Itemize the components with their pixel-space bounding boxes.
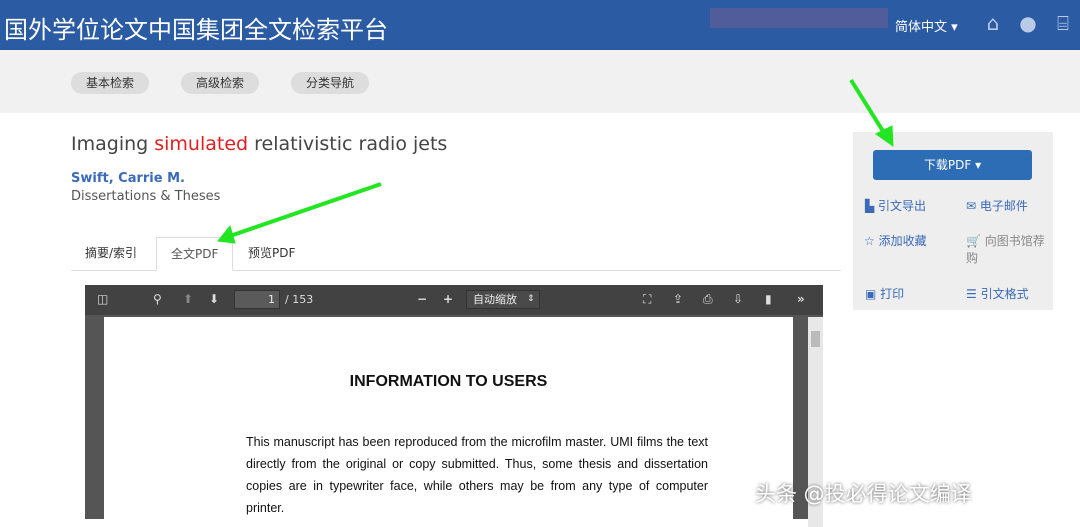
blurred-user-info — [710, 8, 888, 28]
cite-format-link[interactable]: ☰ 引文格式 — [966, 286, 1029, 303]
nav-advanced-search[interactable]: 高级检索 — [181, 72, 260, 94]
pdf-toolbar: ◫ ⚲ ⬆ ⬇ 1 / 153 − + 自动缩放 ⇕ ⛶ ⇪ ⎙ ⇩ ▮ » — [85, 285, 823, 315]
print-link[interactable]: ▣ 打印 — [865, 286, 904, 303]
envelope-icon: ✉ — [966, 199, 980, 213]
tab-fulltext-pdf[interactable]: 全文PDF — [156, 237, 234, 271]
page-number-input[interactable]: 1 — [234, 290, 280, 309]
zoom-in-icon[interactable]: + — [443, 292, 453, 306]
print-icon: ▣ — [865, 287, 881, 301]
email-link[interactable]: ✉ 电子邮件 — [966, 198, 1028, 215]
author-link[interactable]: Swift, Carrie M. — [71, 171, 185, 186]
pdf-page: INFORMATION TO USERS This manuscript has… — [104, 317, 793, 527]
arrow-to-fulltext-tab — [229, 182, 382, 238]
page-total: / 153 — [285, 293, 314, 306]
library-icon[interactable]: ⌸ — [1052, 12, 1074, 34]
scrollbar-thumb[interactable] — [811, 331, 820, 347]
pdf-viewer: ◫ ⚲ ⬆ ⬇ 1 / 153 − + 自动缩放 ⇕ ⛶ ⇪ ⎙ ⇩ ▮ » IN… — [85, 285, 823, 527]
sidebar-toggle-icon[interactable]: ◫ — [97, 292, 108, 306]
file-icon: ▙ — [865, 199, 879, 213]
language-dropdown[interactable]: 简体中文 ▾ — [895, 16, 958, 35]
tools-icon[interactable]: » — [797, 292, 805, 306]
zoom-select[interactable]: 自动缩放 ⇕ — [466, 290, 540, 309]
tab-abstract[interactable]: 摘要/索引 — [71, 237, 151, 271]
watermark: 头条 @投必得论文编译 — [755, 482, 972, 506]
bookmark-icon[interactable]: ▮ — [765, 292, 772, 306]
header: 国外学位论文中国集团全文检索平台 简体中文 ▾ ⌂ ● ⌸ — [0, 0, 1080, 50]
print-icon[interactable]: ⎙ — [703, 292, 713, 307]
home-icon[interactable]: ⌂ — [982, 12, 1004, 34]
nav-basic-search[interactable]: 基本检索 — [71, 72, 150, 94]
tabs: 摘要/索引 全文PDF 预览PDF — [71, 237, 841, 271]
add-favorite-link[interactable]: ☆ 添加收藏 — [864, 233, 927, 250]
nav-category[interactable]: 分类导航 — [291, 72, 370, 94]
open-file-icon[interactable]: ⇪ — [673, 292, 683, 306]
user-icon[interactable]: ● — [1017, 12, 1039, 34]
search-nav: 基本检索 高级检索 分类导航 — [0, 50, 1080, 113]
tab-preview-pdf[interactable]: 预览PDF — [234, 237, 309, 271]
page-text: This manuscript has been reproduced from… — [246, 435, 708, 515]
zoom-out-icon[interactable]: − — [417, 292, 427, 306]
source: Dissertations & Theses — [71, 189, 221, 204]
action-panel: 下载PDF ▾ ▙ 引文导出 ✉ 电子邮件 ☆ 添加收藏 🛒 向图书馆荐购 ▣ … — [853, 132, 1053, 310]
previous-page-icon[interactable]: ⬆ — [183, 292, 193, 306]
document-title: Imaging simulated relativistic radio jet… — [71, 133, 448, 155]
download-pdf-button[interactable]: 下载PDF ▾ — [873, 150, 1032, 180]
search-icon[interactable]: ⚲ — [153, 292, 162, 306]
page-heading: INFORMATION TO USERS — [349, 373, 548, 390]
cite-export-link[interactable]: ▙ 引文导出 — [865, 198, 926, 215]
fullscreen-icon[interactable]: ⛶ — [643, 292, 651, 307]
star-icon: ☆ — [864, 234, 879, 248]
download-icon[interactable]: ⇩ — [733, 292, 743, 306]
recommend-library-link[interactable]: 🛒 向图书馆荐购 — [966, 233, 1048, 267]
cart-icon: 🛒 — [966, 234, 985, 248]
list-icon: ☰ — [966, 287, 981, 301]
next-page-icon[interactable]: ⬇ — [209, 292, 219, 306]
site-title: 国外学位论文中国集团全文检索平台 — [4, 16, 388, 44]
